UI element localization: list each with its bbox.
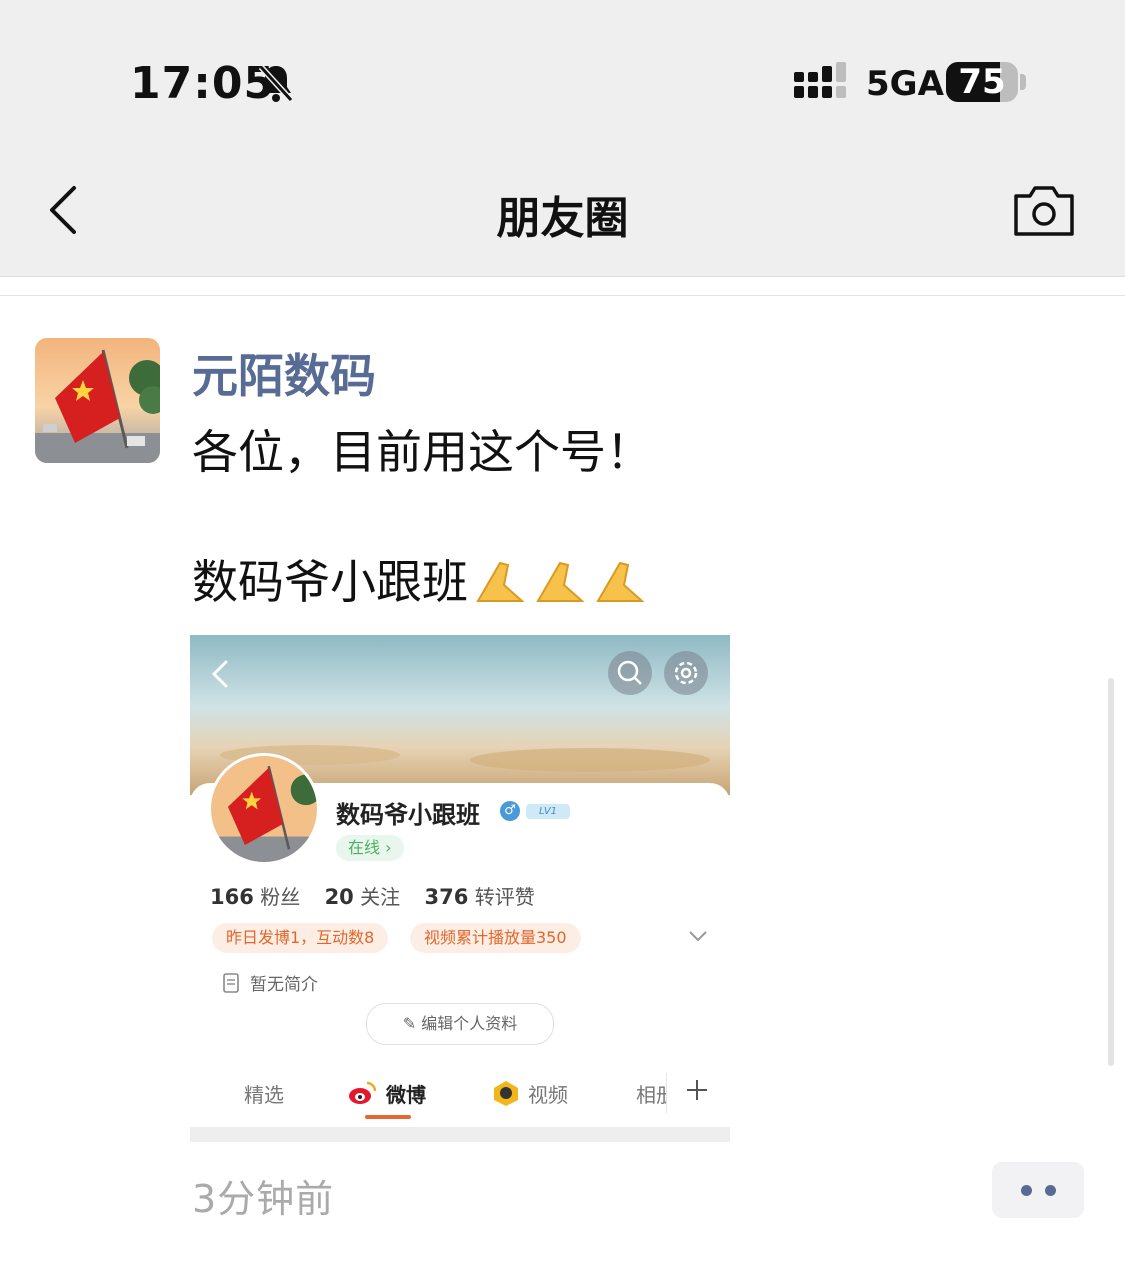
dot-icon [1045, 1185, 1056, 1196]
status-time: 17:05 [130, 58, 276, 109]
male-icon: ♂ [500, 801, 520, 821]
divider [0, 295, 1125, 296]
online-label: 在线 [348, 838, 381, 857]
image-bottom-strip [190, 1127, 730, 1142]
search-icon [608, 651, 652, 695]
dot-icon [1021, 1185, 1032, 1196]
edit-profile-button: ✎ 编辑个人资料 [366, 1003, 554, 1045]
level-badge: LV1 [526, 804, 570, 819]
author-avatar[interactable] [35, 338, 160, 463]
top-bar: 17:05 5GA 75 朋友圈 [0, 0, 1125, 277]
post-text-line: 各位，目前用这个号！ [192, 425, 652, 479]
camera-icon [1014, 186, 1074, 236]
stat-value: 166 [210, 885, 254, 909]
post-mention-text: 数码爷小跟班 [192, 555, 468, 609]
active-tab-indicator [365, 1115, 411, 1119]
profile-tabs: 精选 微博 视频 相册 [190, 1063, 730, 1123]
document-icon [223, 973, 239, 993]
stat-label: 关注 [360, 885, 401, 909]
pray-hands-icon [536, 561, 585, 602]
weibo-icon [349, 1081, 376, 1104]
activity-tag: 昨日发博1，互动数8 [212, 923, 389, 953]
profile-avatar [208, 753, 320, 865]
signal-icon [794, 62, 846, 98]
tab-album: 相册 [636, 1083, 666, 1107]
battery-label: 75 [958, 62, 1006, 102]
activity-tag: 视频累计播放量350 [410, 923, 581, 953]
network-label: 5GA [866, 64, 944, 104]
stat-label: 粉丝 [260, 885, 301, 909]
profile-stats: 166 粉丝 20 关注 376 转评赞 [210, 881, 535, 910]
stat-value: 376 [424, 885, 469, 909]
edit-profile-label: 编辑个人资料 [421, 1014, 518, 1033]
stat-label: 转评赞 [474, 885, 535, 909]
chevron-down-icon [689, 931, 707, 942]
chevron-left-icon [211, 660, 228, 688]
author-name[interactable]: 元陌数码 [192, 340, 376, 406]
online-status: 在线 › [336, 835, 404, 861]
post-time: 3分钟前 [192, 1177, 335, 1221]
page-title: 朋友圈 [496, 193, 629, 244]
pray-hands-icon [596, 561, 645, 602]
tab-weibo: 微博 [386, 1083, 426, 1107]
tabs-separator [666, 1073, 667, 1113]
pray-hands-icon [476, 561, 525, 602]
scrollbar[interactable] [1108, 678, 1114, 1066]
tab-featured: 精选 [244, 1083, 284, 1107]
bell-muted-icon [258, 64, 294, 103]
tab-video: 视频 [528, 1083, 568, 1107]
battery-indicator: 75 [946, 62, 1018, 102]
video-icon [494, 1081, 518, 1106]
camera-button[interactable] [1012, 180, 1076, 238]
plus-icon [687, 1080, 707, 1100]
post-image[interactable]: 数码爷小跟班 ♂ LV1 在线 › 166 粉丝 20 关注 376 转评赞 昨… [190, 635, 730, 1142]
post-text-line: 数码爷小跟班 [192, 546, 648, 616]
stat-value: 20 [324, 885, 354, 909]
profile-name: 数码爷小跟班 [336, 801, 480, 829]
battery-tip [1020, 74, 1026, 90]
more-actions-button[interactable] [992, 1162, 1084, 1218]
gear-icon [664, 651, 708, 695]
flag-photo [35, 338, 160, 463]
pray-hands-emoji-icons [472, 555, 648, 616]
profile-intro: 暂无简介 [250, 975, 318, 995]
